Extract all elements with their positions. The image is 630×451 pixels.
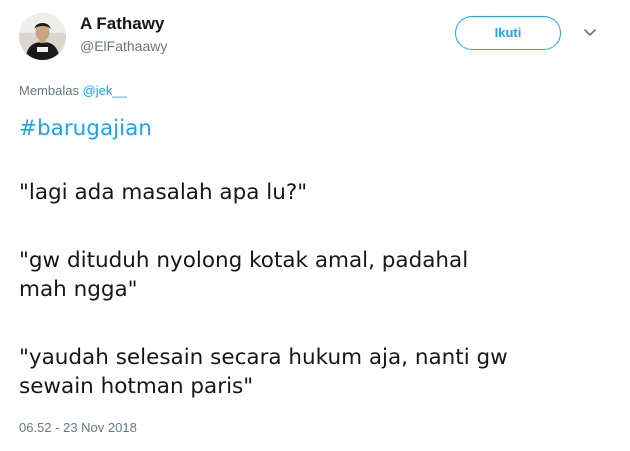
tweet-text-line: "gw dituduh nyolong kotak amal, padahal xyxy=(19,248,469,273)
reply-mention-link[interactable]: @jek__ xyxy=(83,83,127,98)
hashtag-link[interactable]: #barugajian xyxy=(19,114,152,144)
tweet-text-line: "lagi ada masalah apa lu?" xyxy=(19,180,308,205)
follow-button[interactable]: Ikuti xyxy=(455,16,561,50)
tweet-text-line: "yaudah selesain secara hukum aja, nanti… xyxy=(19,345,508,370)
display-name[interactable]: A Fathawy xyxy=(80,14,164,34)
reply-context: Membalas @jek__ xyxy=(19,83,127,98)
avatar[interactable] xyxy=(19,13,66,60)
user-handle[interactable]: @ElFathaawy xyxy=(80,38,167,54)
reply-prefix: Membalas xyxy=(19,83,83,98)
profile-photo-icon xyxy=(19,13,66,60)
tweet-card: A Fathawy @ElFathaawy Ikuti Membalas @je… xyxy=(0,0,630,451)
tweet-text-line: sewain hotman paris" xyxy=(19,374,254,399)
tweet-timestamp[interactable]: 06.52 - 23 Nov 2018 xyxy=(19,420,137,435)
tweet-text-line: mah ngga" xyxy=(19,277,138,302)
chevron-down-icon[interactable] xyxy=(582,27,598,39)
